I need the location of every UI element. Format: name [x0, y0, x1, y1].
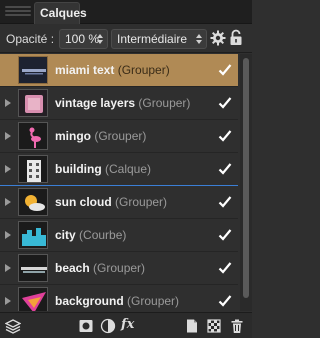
- expand-triangle-icon[interactable]: [5, 99, 11, 107]
- lock-icon[interactable]: [229, 29, 243, 46]
- visibility-checkbox-icon[interactable]: [218, 228, 232, 242]
- layer-type: (Courbe): [79, 228, 127, 242]
- expand-triangle-icon[interactable]: [5, 231, 11, 239]
- blend-mode-select[interactable]: Intermédiaire: [111, 29, 207, 49]
- layer-thumbnail: [18, 287, 48, 311]
- layer-row-beach[interactable]: beach (Grouper): [0, 252, 238, 285]
- opacity-label: Opacité :: [6, 32, 55, 46]
- mask-icon[interactable]: [78, 318, 94, 334]
- expand-triangle-icon[interactable]: [5, 165, 11, 173]
- layer-type: (Grouper): [138, 96, 191, 110]
- expand-triangle-icon[interactable]: [5, 132, 11, 140]
- fx-effects-button[interactable]: fx: [121, 317, 134, 332]
- layer-type: (Calque): [105, 162, 152, 176]
- opacity-value: 100 %: [65, 32, 100, 46]
- layer-row-background[interactable]: background (Grouper): [0, 285, 238, 311]
- chevron-updown-icon: [196, 34, 202, 44]
- adjustment-icon[interactable]: [100, 318, 116, 334]
- gear-icon[interactable]: [210, 30, 226, 46]
- expand-triangle-icon[interactable]: [5, 297, 11, 305]
- layer-type: (Grouper): [127, 294, 180, 308]
- layer-row-mingo[interactable]: mingo (Grouper): [0, 120, 238, 153]
- new-pixel-layer-icon[interactable]: [206, 318, 222, 334]
- layer-type: (Grouper): [117, 63, 170, 77]
- layer-type: (Grouper): [93, 261, 146, 275]
- layer-row-city[interactable]: city (Courbe): [0, 219, 238, 252]
- layer-name: city: [55, 228, 76, 242]
- layer-row-building[interactable]: building (Calque): [0, 153, 238, 186]
- panel-grip-handle[interactable]: [5, 6, 31, 18]
- visibility-checkbox-icon[interactable]: [218, 96, 232, 110]
- blend-mode-value: Intermédiaire: [117, 32, 188, 46]
- layers-stack-icon[interactable]: [5, 318, 21, 334]
- chevron-updown-icon: [97, 34, 103, 44]
- scrollbar-thumb[interactable]: [243, 58, 249, 298]
- layer-type: (Grouper): [115, 195, 168, 209]
- visibility-checkbox-icon[interactable]: [218, 261, 232, 275]
- layer-thumbnail: [18, 155, 48, 183]
- layer-name: miami text: [55, 63, 115, 77]
- expand-triangle-icon[interactable]: [5, 264, 11, 272]
- layer-thumbnail: [18, 56, 48, 84]
- layer-thumbnail: [18, 221, 48, 249]
- expand-triangle-icon[interactable]: [5, 198, 11, 206]
- layers-list: miami text (Grouper) vintage layers (Gro…: [0, 54, 238, 311]
- visibility-checkbox-icon[interactable]: [218, 162, 232, 176]
- layer-thumbnail: [18, 254, 48, 282]
- new-layer-icon[interactable]: [184, 318, 200, 334]
- opacity-select[interactable]: 100 %: [59, 29, 108, 49]
- layer-options-bar: Opacité : 100 % Intermédiaire: [0, 25, 252, 53]
- layer-thumbnail: [18, 89, 48, 117]
- panel-tabbar: Calques: [0, 0, 252, 24]
- tab-layers[interactable]: Calques: [34, 2, 87, 24]
- layer-name: background: [55, 294, 124, 308]
- layer-name: beach: [55, 261, 90, 275]
- layer-type: (Grouper): [94, 129, 147, 143]
- visibility-checkbox-icon[interactable]: [218, 129, 232, 143]
- trash-icon[interactable]: [229, 318, 245, 334]
- layer-thumbnail: [18, 122, 48, 150]
- layers-scrollbar[interactable]: [240, 54, 252, 311]
- layers-bottom-toolbar: fx: [0, 312, 252, 338]
- visibility-checkbox-icon[interactable]: [218, 195, 232, 209]
- layer-row-vintage-layers[interactable]: vintage layers (Grouper): [0, 87, 238, 120]
- visibility-checkbox-icon[interactable]: [218, 63, 232, 77]
- layer-row-sun-cloud[interactable]: sun cloud (Grouper): [0, 186, 238, 219]
- visibility-checkbox-icon[interactable]: [218, 294, 232, 308]
- layer-name: sun cloud: [55, 195, 112, 209]
- layer-thumbnail: [18, 188, 48, 216]
- layer-name: building: [55, 162, 102, 176]
- layer-name: mingo: [55, 129, 91, 143]
- layer-name: vintage layers: [55, 96, 136, 110]
- layer-row-miami-text[interactable]: miami text (Grouper): [0, 54, 238, 87]
